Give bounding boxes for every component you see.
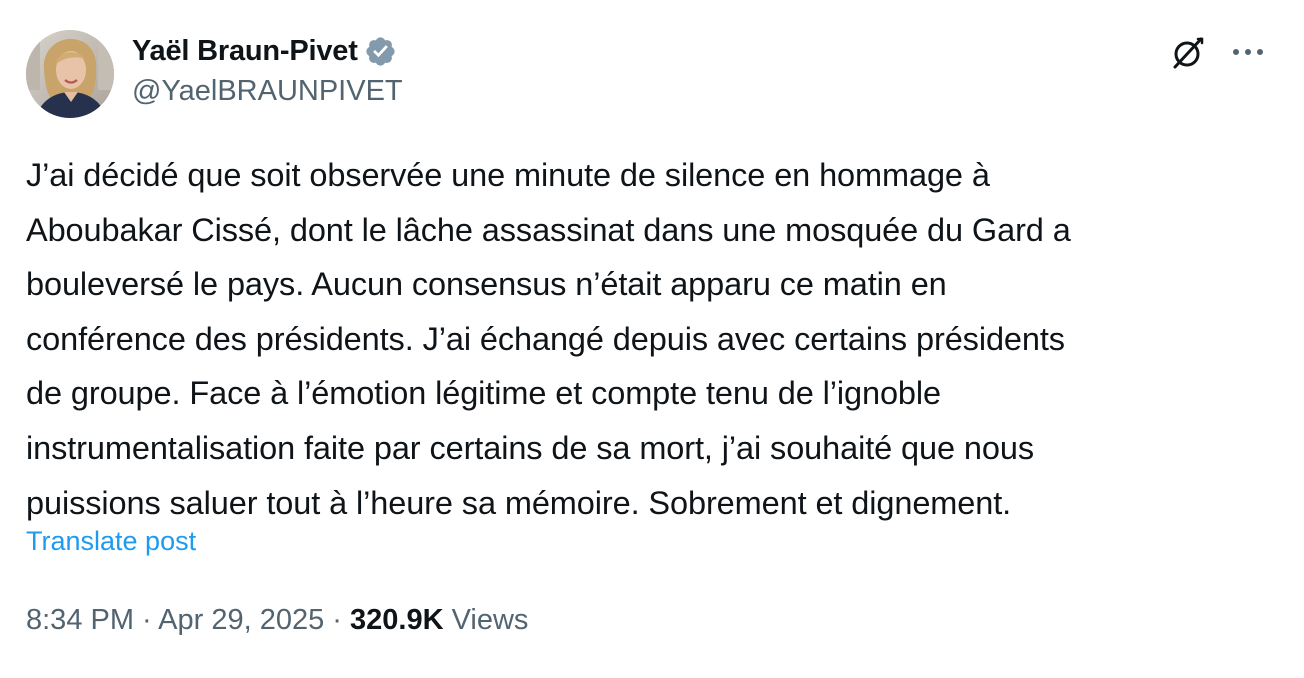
author-block: Yaël Braun-Pivet @YaelBRAUNPIVET [132,34,403,108]
display-name[interactable]: Yaël Braun-Pivet [132,35,358,68]
post-meta: 8:34 PM · Apr 29, 2025 · 320.9K Views [26,604,528,637]
verified-badge-icon[interactable] [364,35,397,68]
grok-icon[interactable] [1168,33,1208,73]
translate-post-link[interactable]: Translate post [26,526,196,557]
post-text: J’ai décidé que soit observée une minute… [26,157,1071,521]
post-time[interactable]: 8:34 PM [26,604,134,636]
avatar-photo [26,30,114,118]
avatar[interactable] [26,30,114,118]
more-horizontal-icon[interactable] [1230,40,1266,64]
tweet: Yaël Braun-Pivet @YaelBRAUNPIVET J’ai dé… [0,0,1304,678]
views-count: 320.9K [350,604,444,636]
post-date[interactable]: Apr 29, 2025 [158,604,324,636]
views-label: Views [443,604,529,636]
meta-separator: · [134,604,159,636]
meta-separator: · [324,604,351,636]
handle[interactable]: @YaelBRAUNPIVET [132,75,403,108]
name-row: Yaël Braun-Pivet [132,34,403,68]
